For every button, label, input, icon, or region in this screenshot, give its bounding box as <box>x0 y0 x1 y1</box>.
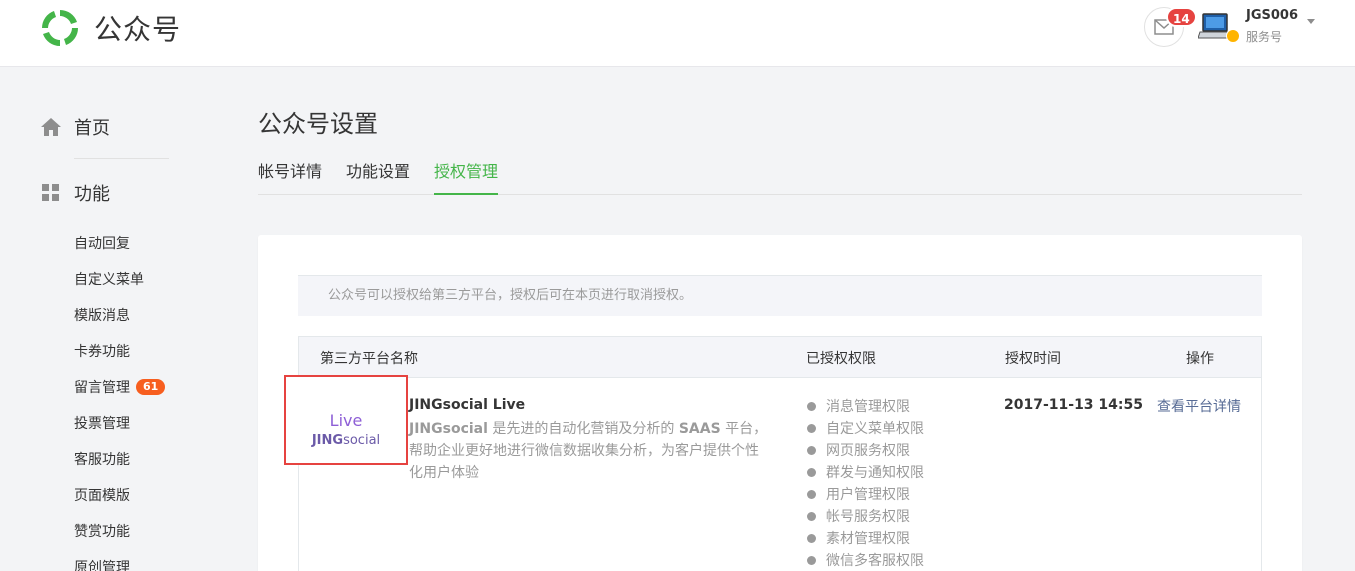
tab-authorization[interactable]: 授权管理 <box>434 160 499 195</box>
sidebar-divider <box>74 158 169 159</box>
sidebar-item-vote[interactable]: 投票管理 <box>74 405 165 441</box>
home-icon <box>41 118 61 136</box>
permission-item: 自定义菜单权限 <box>807 417 924 439</box>
bullet-icon <box>807 533 816 543</box>
sidebar-item-auto-reply[interactable]: 自动回复 <box>74 225 165 261</box>
column-header-time: 授权时间 <box>1005 351 1061 367</box>
sidebar-item-original[interactable]: 原创管理 <box>74 549 165 571</box>
sidebar-item-label: 投票管理 <box>74 416 130 432</box>
sidebar-item-coupon[interactable]: 卡券功能 <box>74 333 165 369</box>
permission-list: 消息管理权限 自定义菜单权限 网页服务权限 群发与通知权限 用户管理权限 帐号服… <box>807 395 924 571</box>
sidebar-item-comments[interactable]: 留言管理 61 <box>74 369 166 405</box>
sidebar-home-label: 首页 <box>74 118 110 139</box>
top-bar: 公众号 14 JGS006 服务号 <box>0 0 1355 67</box>
chevron-down-icon[interactable] <box>1307 19 1315 24</box>
sidebar-item-label: 卡券功能 <box>74 344 130 360</box>
bullet-icon <box>807 555 816 565</box>
account-name[interactable]: JGS006 <box>1246 8 1298 23</box>
sidebar-item-label: 自动回复 <box>74 236 130 252</box>
permission-item: 素材管理权限 <box>807 527 924 549</box>
table-header: 第三方平台名称 已授权权限 授权时间 操作 <box>299 337 1261 378</box>
wechat-recycle-icon <box>41 9 79 47</box>
platform-name: JINGsocial Live <box>409 397 526 413</box>
sidebar-item-label: 客服功能 <box>74 452 130 468</box>
column-header-platform: 第三方平台名称 <box>320 351 418 367</box>
verified-icon <box>1226 29 1240 43</box>
bullet-icon <box>807 401 816 411</box>
authorization-time: 2017-11-13 14:55 <box>1004 397 1143 413</box>
bullet-icon <box>807 467 816 477</box>
tab-function-settings[interactable]: 功能设置 <box>346 160 410 195</box>
view-platform-details-link[interactable]: 查看平台详情 <box>1157 396 1241 416</box>
bullet-icon <box>807 423 816 433</box>
jingsocial-logo: Live JINGsocial <box>284 375 408 465</box>
account-type: 服务号 <box>1246 30 1283 44</box>
sidebar-item-label: 页面模版 <box>74 488 130 504</box>
permission-item: 群发与通知权限 <box>807 461 924 483</box>
bullet-icon <box>807 511 816 521</box>
column-header-permissions: 已授权权限 <box>806 351 876 367</box>
tab-account-details[interactable]: 帐号详情 <box>258 160 322 195</box>
sidebar-item-home[interactable]: 首页 <box>40 114 110 140</box>
authorization-table: 第三方平台名称 已授权权限 授权时间 操作 Live JINGsocial JI… <box>284 336 1262 571</box>
logo-jingsocial-text: JINGsocial <box>311 433 381 448</box>
sidebar-item-label: 留言管理 <box>74 380 130 396</box>
sidebar-function-label: 功能 <box>74 184 110 205</box>
app-title: 公众号 <box>94 13 182 46</box>
authorization-notice: 公众号可以授权给第三方平台，授权后可在本页进行取消授权。 <box>298 275 1262 316</box>
grid-icon <box>42 184 59 201</box>
sidebar-item-label: 原创管理 <box>74 560 130 571</box>
settings-tabs: 帐号详情 功能设置 授权管理 <box>258 160 1302 195</box>
sidebar-item-page-template[interactable]: 页面模版 <box>74 477 165 513</box>
permission-item: 消息管理权限 <box>807 395 924 417</box>
platform-description: JINGsocial 是先进的自动化营销及分析的 SAAS 平台，帮助企业更好地… <box>409 421 768 481</box>
authorization-card: 公众号可以授权给第三方平台，授权后可在本页进行取消授权。 第三方平台名称 已授权… <box>258 235 1302 571</box>
sidebar-item-customer-service[interactable]: 客服功能 <box>74 441 165 477</box>
bullet-icon <box>807 445 816 455</box>
sidebar-item-template-message[interactable]: 模版消息 <box>74 297 165 333</box>
sidebar-item-reward[interactable]: 赞赏功能 <box>74 513 165 549</box>
permission-item: 用户管理权限 <box>807 483 924 505</box>
sidebar-item-label: 赞赏功能 <box>74 524 130 540</box>
sidebar-item-custom-menu[interactable]: 自定义菜单 <box>74 261 165 297</box>
permission-item: 微信多客服权限 <box>807 549 924 571</box>
sidebar-item-label: 自定义菜单 <box>74 272 144 288</box>
page-title: 公众号设置 <box>258 110 378 138</box>
permission-item: 网页服务权限 <box>807 439 924 461</box>
logo-live-text: Live <box>329 411 363 430</box>
wechat-logo[interactable]: 公众号 <box>38 6 181 50</box>
bullet-icon <box>807 489 816 499</box>
column-header-action: 操作 <box>1186 351 1214 367</box>
sidebar-section-function: 功能 <box>42 180 110 206</box>
comments-count-badge: 61 <box>136 379 166 395</box>
message-count-badge: 14 <box>1166 7 1197 27</box>
sidebar-function-list: 自动回复 自定义菜单 模版消息 卡券功能 留言管理 61 投票管理 客服功能 页面… <box>74 225 166 571</box>
sidebar-item-label: 模版消息 <box>74 308 130 324</box>
permission-item: 帐号服务权限 <box>807 505 924 527</box>
